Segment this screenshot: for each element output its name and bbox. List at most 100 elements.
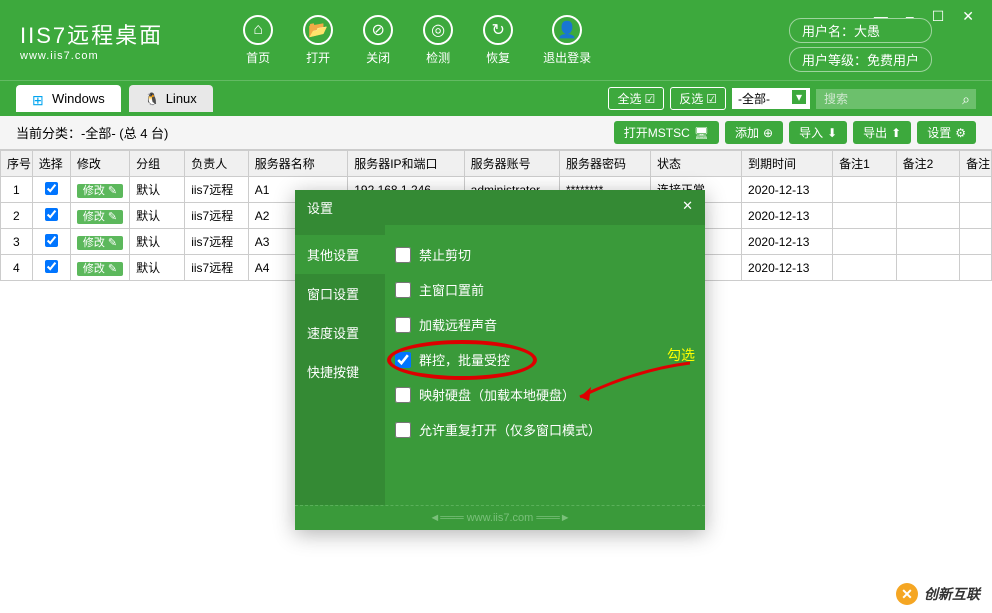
modal-footer: ◄═══ www.iis7.com ═══► xyxy=(295,505,705,530)
cell-modify: 修改 xyxy=(70,177,129,203)
plus-icon: ⊕ xyxy=(763,126,773,140)
cell-date: 2020-12-13 xyxy=(742,203,833,229)
watermark: ✕ 创新互联 xyxy=(896,583,980,605)
tab-windows[interactable]: Windows xyxy=(16,85,121,112)
row-checkbox[interactable] xyxy=(45,234,58,247)
cell-r1 xyxy=(833,255,897,281)
th-select: 选择 xyxy=(32,151,70,177)
window-dash-icon[interactable]: — xyxy=(874,8,888,25)
nav-close[interactable]: ⊘关闭 xyxy=(363,15,393,66)
opt-allow-repeat[interactable]: 允许重复打开（仅多窗口模式） xyxy=(395,420,695,439)
th-password: 服务器密码 xyxy=(559,151,650,177)
cell-group: 默认 xyxy=(130,229,185,255)
cell-group: 默认 xyxy=(130,177,185,203)
cell-r1 xyxy=(833,203,897,229)
logo-title: IIS7远程桌面 xyxy=(20,18,163,50)
cell-r3 xyxy=(960,177,992,203)
export-icon: ⬆ xyxy=(891,126,901,140)
linux-icon xyxy=(145,91,160,106)
home-icon: ⌂ xyxy=(243,15,273,45)
nav-logout[interactable]: 👤退出登录 xyxy=(543,15,591,66)
checkbox-map-disk[interactable] xyxy=(395,387,411,403)
cell-owner: iis7远程 xyxy=(185,229,249,255)
cell-modify: 修改 xyxy=(70,203,129,229)
cell-owner: iis7远程 xyxy=(185,203,249,229)
select-all-button[interactable]: 全选 ☑ xyxy=(608,87,664,110)
sub-toolbar: 当前分类：-全部- (总 4 台) 打开MSTSC🖥 添加⊕ 导入⬇ 导出⬆ 设… xyxy=(0,116,992,150)
nav-home[interactable]: ⌂首页 xyxy=(243,15,273,66)
close-circle-icon: ⊘ xyxy=(363,15,393,45)
cell-r2 xyxy=(896,177,960,203)
cell-modify: 修改 xyxy=(70,229,129,255)
open-icon: 📂 xyxy=(303,15,333,45)
window-maximize-icon[interactable]: ☐ xyxy=(932,8,945,25)
app-header: IIS7远程桌面 www.iis7.com ⌂首页 📂打开 ⊘关闭 ◎检测 ↻恢… xyxy=(0,0,992,80)
window-minimize-icon[interactable]: – xyxy=(906,8,914,25)
modify-button[interactable]: 修改 xyxy=(77,236,123,250)
cell-date: 2020-12-13 xyxy=(742,255,833,281)
modal-tab-speed[interactable]: 速度设置 xyxy=(295,313,385,352)
modal-tab-window[interactable]: 窗口设置 xyxy=(295,274,385,313)
nav-open[interactable]: 📂打开 xyxy=(303,15,333,66)
settings-button[interactable]: 设置⚙ xyxy=(917,121,976,144)
cell-r2 xyxy=(896,229,960,255)
modal-titlebar: 设置 ✕ xyxy=(295,190,705,225)
tab-linux[interactable]: Linux xyxy=(129,85,213,112)
search-input[interactable] xyxy=(816,89,976,109)
th-expiry: 到期时间 xyxy=(742,151,833,177)
cell-r2 xyxy=(896,255,960,281)
modify-button[interactable]: 修改 xyxy=(77,210,123,224)
modify-button[interactable]: 修改 xyxy=(77,184,123,198)
row-checkbox[interactable] xyxy=(45,260,58,273)
modal-sidebar: 其他设置 窗口设置 速度设置 快捷按键 xyxy=(295,225,385,505)
th-remark3: 备注 xyxy=(960,151,992,177)
gear-icon: ⚙ xyxy=(955,126,966,140)
checkbox-remote-sound[interactable] xyxy=(395,317,411,333)
row-checkbox[interactable] xyxy=(45,182,58,195)
cell-seq: 2 xyxy=(1,203,33,229)
cell-r3 xyxy=(960,255,992,281)
cell-select xyxy=(32,177,70,203)
open-mstsc-button[interactable]: 打开MSTSC🖥 xyxy=(614,121,719,144)
checkbox-main-top[interactable] xyxy=(395,282,411,298)
cell-seq: 4 xyxy=(1,255,33,281)
th-owner: 负责人 xyxy=(185,151,249,177)
opt-map-disk[interactable]: 映射硬盘（加载本地硬盘） xyxy=(395,385,695,404)
th-name: 服务器名称 xyxy=(248,151,348,177)
th-remark2: 备注2 xyxy=(896,151,960,177)
modal-tab-shortcut[interactable]: 快捷按键 xyxy=(295,352,385,391)
opt-group-control[interactable]: 群控，批量受控 xyxy=(395,350,695,369)
opt-disable-cut[interactable]: 禁止剪切 xyxy=(395,245,695,264)
nav-recover[interactable]: ↻恢复 xyxy=(483,15,513,66)
filter-select[interactable]: -全部- xyxy=(732,88,810,109)
export-button[interactable]: 导出⬆ xyxy=(853,121,911,144)
app-logo: IIS7远程桌面 www.iis7.com xyxy=(20,18,163,62)
modal-close-icon[interactable]: ✕ xyxy=(682,198,693,217)
modal-title-text: 设置 xyxy=(307,198,333,217)
window-close-icon[interactable]: ✕ xyxy=(962,8,974,25)
cell-seq: 3 xyxy=(1,229,33,255)
cell-r2 xyxy=(896,203,960,229)
recover-icon: ↻ xyxy=(483,15,513,45)
windows-icon xyxy=(32,92,46,106)
opt-main-top[interactable]: 主窗口置前 xyxy=(395,280,695,299)
window-controls: — – ☐ ✕ xyxy=(874,8,974,25)
checkbox-disable-cut[interactable] xyxy=(395,247,411,263)
nav-detect[interactable]: ◎检测 xyxy=(423,15,453,66)
cell-owner: iis7远程 xyxy=(185,177,249,203)
invert-select-button[interactable]: 反选 ☑ xyxy=(670,87,726,110)
add-button[interactable]: 添加⊕ xyxy=(725,121,783,144)
cell-r3 xyxy=(960,229,992,255)
row-checkbox[interactable] xyxy=(45,208,58,221)
th-account: 服务器账号 xyxy=(464,151,559,177)
opt-remote-sound[interactable]: 加载远程声音 xyxy=(395,315,695,334)
checkbox-allow-repeat[interactable] xyxy=(395,422,411,438)
modify-button[interactable]: 修改 xyxy=(77,262,123,276)
cell-group: 默认 xyxy=(130,255,185,281)
checkbox-group-control[interactable] xyxy=(395,352,411,368)
current-category-label: 当前分类：-全部- (总 4 台) xyxy=(16,123,168,142)
cell-date: 2020-12-13 xyxy=(742,229,833,255)
modal-tab-other[interactable]: 其他设置 xyxy=(295,235,385,274)
import-button[interactable]: 导入⬇ xyxy=(789,121,847,144)
logout-icon: 👤 xyxy=(552,15,582,45)
